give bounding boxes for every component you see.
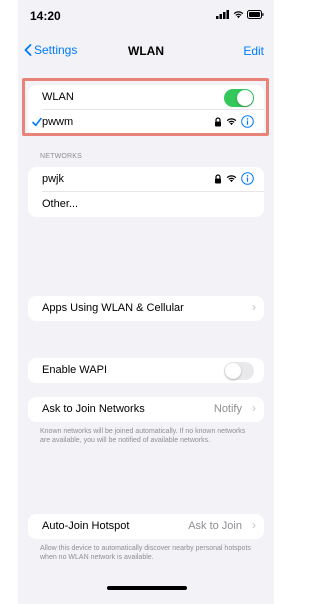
chevron-right-icon: ›: [252, 300, 256, 314]
wapi-group: Enable WAPI: [28, 358, 264, 383]
auto-join-hotspot-row[interactable]: Auto-Join Hotspot Ask to Join ›: [28, 514, 264, 539]
status-time: 14:20: [30, 9, 61, 23]
phone-screen: 14:20 Settings WLAN Edit WLAN pwwm NETWO…: [18, 0, 274, 604]
wapi-row: Enable WAPI: [28, 358, 264, 383]
network-name: pwjk: [42, 173, 65, 185]
navigation-bar: Settings WLAN Edit: [18, 36, 274, 66]
wapi-label: Enable WAPI: [42, 364, 108, 376]
auto-join-hotspot-caption: Allow this device to automatically disco…: [40, 545, 251, 561]
networks-group: pwjk Other...: [28, 167, 264, 217]
info-icon[interactable]: [241, 172, 254, 185]
edit-button[interactable]: Edit: [243, 44, 264, 58]
status-icons: [216, 10, 264, 19]
network-row[interactable]: pwjk: [28, 167, 264, 192]
wlan-toggle-row: WLAN: [28, 85, 264, 110]
other-network-label: Other...: [42, 198, 79, 210]
chevron-right-icon: ›: [252, 518, 256, 532]
wifi-icon: [226, 118, 237, 126]
wapi-toggle[interactable]: [224, 362, 254, 380]
wifi-status-icon: [233, 11, 244, 19]
apps-using-label: Apps Using WLAN & Cellular: [42, 302, 184, 314]
battery-icon: [247, 10, 264, 19]
auto-join-hotspot-label: Auto-Join Hotspot: [42, 520, 130, 532]
page-title: WLAN: [128, 44, 164, 58]
ask-to-join-value: Notify: [213, 403, 242, 415]
status-bar: 14:20: [18, 0, 274, 30]
other-network-row[interactable]: Other...: [28, 192, 264, 217]
network-icons: [214, 172, 254, 185]
networks-header: NETWORKS: [40, 153, 83, 160]
ask-to-join-caption: Known networks will be joined automatica…: [40, 428, 246, 444]
auto-join-hotspot-value: Ask to Join: [188, 520, 242, 532]
ask-to-join-group: Ask to Join Networks Notify ›: [28, 397, 264, 422]
lock-icon: [215, 173, 221, 183]
wlan-toggle-label: WLAN: [42, 91, 74, 103]
lock-icon: [215, 116, 221, 126]
network-icons: [214, 115, 254, 128]
connected-network-row[interactable]: pwwm: [28, 110, 264, 135]
toggle-knob: [237, 90, 253, 106]
toggle-knob: [225, 363, 241, 379]
connected-network-name: pwwm: [42, 116, 74, 128]
ask-to-join-row[interactable]: Ask to Join Networks Notify ›: [28, 397, 264, 422]
cellular-signal-icon: [216, 10, 229, 19]
wlan-group: WLAN pwwm: [28, 85, 264, 135]
wlan-toggle[interactable]: [224, 89, 254, 107]
info-icon[interactable]: [241, 115, 254, 128]
home-indicator: [107, 586, 187, 590]
chevron-right-icon: ›: [252, 401, 256, 415]
checkmark-icon: [32, 117, 42, 127]
wifi-icon: [226, 175, 237, 183]
ask-to-join-label: Ask to Join Networks: [42, 403, 145, 415]
apps-using-group: Apps Using WLAN & Cellular ›: [28, 296, 264, 321]
auto-join-hotspot-group: Auto-Join Hotspot Ask to Join ›: [28, 514, 264, 539]
apps-using-row[interactable]: Apps Using WLAN & Cellular ›: [28, 296, 264, 321]
